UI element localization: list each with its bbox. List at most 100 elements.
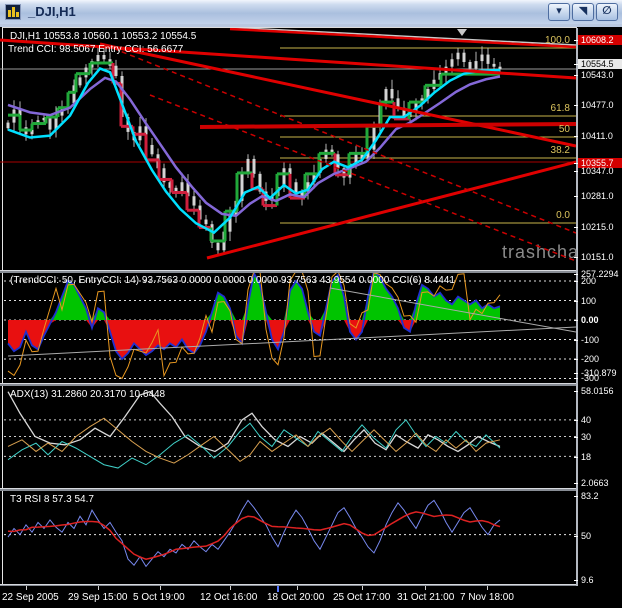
axis-tick [574,391,578,392]
axis-tick [574,301,578,302]
fib-label: 50 [559,124,570,135]
axis-tick [574,105,578,106]
chart-icon-bar [8,10,11,17]
axis-tick [574,359,578,360]
axis-label: 2.0663 [581,478,622,488]
title-bar[interactable]: _DJI,H1 ▾ ◥ ∅ [0,0,622,25]
cci-panel-canvas[interactable] [0,273,576,383]
candle-body [79,77,82,85]
time-axis[interactable]: 22 Sep 200529 Sep 15:005 Oct 19:0012 Oct… [0,586,622,608]
axis-tick [574,274,578,275]
axis-tick [574,163,578,164]
rsi-line [8,500,500,566]
fib-label: 38.2 [551,145,570,156]
candle-body [115,66,118,76]
axis-tick [574,536,578,537]
axis-tick [574,340,578,341]
time-label: 25 Oct 17:00 [333,592,390,603]
time-tick [487,586,488,590]
axis-tick [574,420,578,421]
axis-label: 10608.2 [578,35,622,45]
axis-tick [574,496,578,497]
scroll-marker [277,586,279,592]
rsi-panel-label: T3 RSI 8 57.3 54.7 [10,494,94,505]
candle-body [481,55,484,62]
axis-label: 9.6 [581,575,622,585]
axis-tick [574,136,578,137]
chart-window: _DJI,H1 ▾ ◥ ∅ DJI,H1 10553.8 10560.1 105… [0,0,622,608]
candle-body [181,182,184,192]
axis-label: 40 [581,415,622,425]
axis-tick [574,257,578,258]
candle-body [49,118,52,130]
axis-tick [574,437,578,438]
arrow-marker [457,29,467,36]
axis-label: 10151.0 [581,252,622,262]
adx-panel-canvas[interactable] [0,386,576,488]
trend-line [207,162,576,258]
time-tick [26,586,27,590]
axis-label: 10477.0 [581,100,622,110]
axis-label: 18 [581,452,622,462]
axis-label: 83.2 [581,491,622,501]
axis-label: 10281.0 [581,191,622,201]
fib-label: 61.8 [551,103,570,114]
axis-label: 10215.0 [581,222,622,232]
axis-tick [574,580,578,581]
candle-body [247,159,250,173]
candle-body [391,89,394,98]
axis-tick [574,196,578,197]
chart-icon [5,4,21,20]
time-tick [98,586,99,590]
axis-tick [574,227,578,228]
chart-icon-bar [12,7,15,17]
cci-trendline [8,327,576,356]
time-tick [297,586,298,590]
window-title: _DJI,H1 [28,4,76,19]
candle-body [193,196,196,205]
candle-body [103,55,106,59]
axis-label: 30 [581,432,622,442]
axis-label: 10554.5 [578,59,622,69]
axis-label: 0.00 [581,315,622,325]
axis-label: 10543.0 [581,70,622,80]
fib-label: 100.0 [545,35,570,46]
candle-body [97,55,100,61]
candle-body [337,154,340,168]
candle-body [7,123,10,129]
candle-body [151,145,154,154]
axis-tick [574,171,578,172]
candle-body [493,64,496,67]
axis-label: -100 [581,335,622,345]
candle-body [253,159,256,174]
price-chart-canvas[interactable] [0,28,576,270]
close-button[interactable]: ∅ [596,3,618,21]
candle-body [463,53,466,62]
axis-tick [574,373,578,374]
axis-label: 100 [581,296,622,306]
candle-body [217,243,220,250]
time-label: 22 Sep 2005 [2,592,59,603]
candle-body [451,59,454,66]
axis-label: 50 [581,531,622,541]
time-label: 12 Oct 16:00 [200,592,257,603]
restore-button[interactable]: ◥ [572,3,594,21]
time-label: 7 Nov 18:00 [460,592,514,603]
adx-panel-label: ADX(13) 31.2860 20.3170 10.6448 [10,389,165,400]
axis-label: 200 [581,276,622,286]
axis-tick [574,483,578,484]
fib-label: 0.0 [556,210,570,221]
chart-icon-bar [16,12,19,17]
trend-line [230,29,576,47]
price-axis-column[interactable]: 10608.210554.510543.010477.010411.010355… [578,28,622,586]
cci-panel-label: (TrendCCI: 50, EntryCCI: 14) 93.7563 0.0… [10,275,455,286]
axis-label: -300 [581,373,622,383]
axis-tick [574,281,578,282]
minimize-button[interactable]: ▾ [548,3,570,21]
candle-body [487,55,490,64]
adx-line [8,392,500,452]
time-label: 5 Oct 19:00 [133,592,185,603]
time-tick [230,586,231,590]
candle-body [475,61,478,68]
axis-label: 10347.0 [581,166,622,176]
